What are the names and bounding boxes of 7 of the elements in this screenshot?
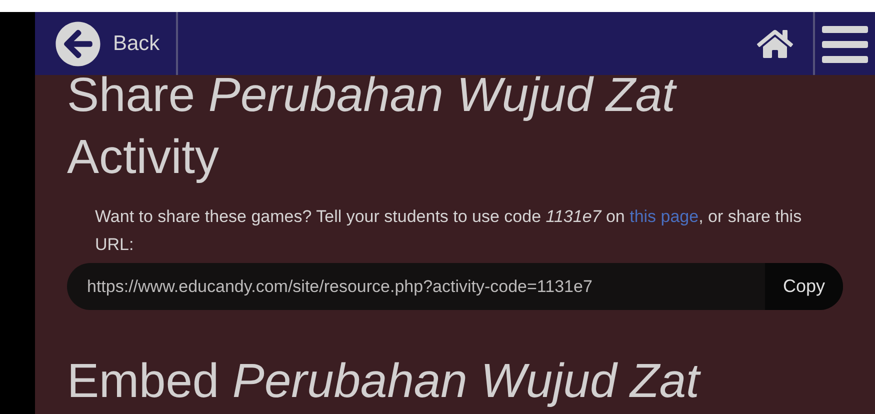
embed-heading: Embed Perubahan Wujud Zat [67, 354, 702, 410]
copy-button[interactable]: Copy [764, 263, 843, 310]
url-field[interactable]: https://www.educandy.com/site/resource.php?activity-code=1131e7 Copy [67, 263, 843, 310]
back-arrow-icon [55, 20, 101, 66]
share-instructions: Want to share these games? Tell your students to use code 1131e7 on this page, or share this URL: [94, 206, 803, 256]
menu-icon [822, 24, 868, 64]
back-button[interactable]: Back [35, 12, 178, 75]
